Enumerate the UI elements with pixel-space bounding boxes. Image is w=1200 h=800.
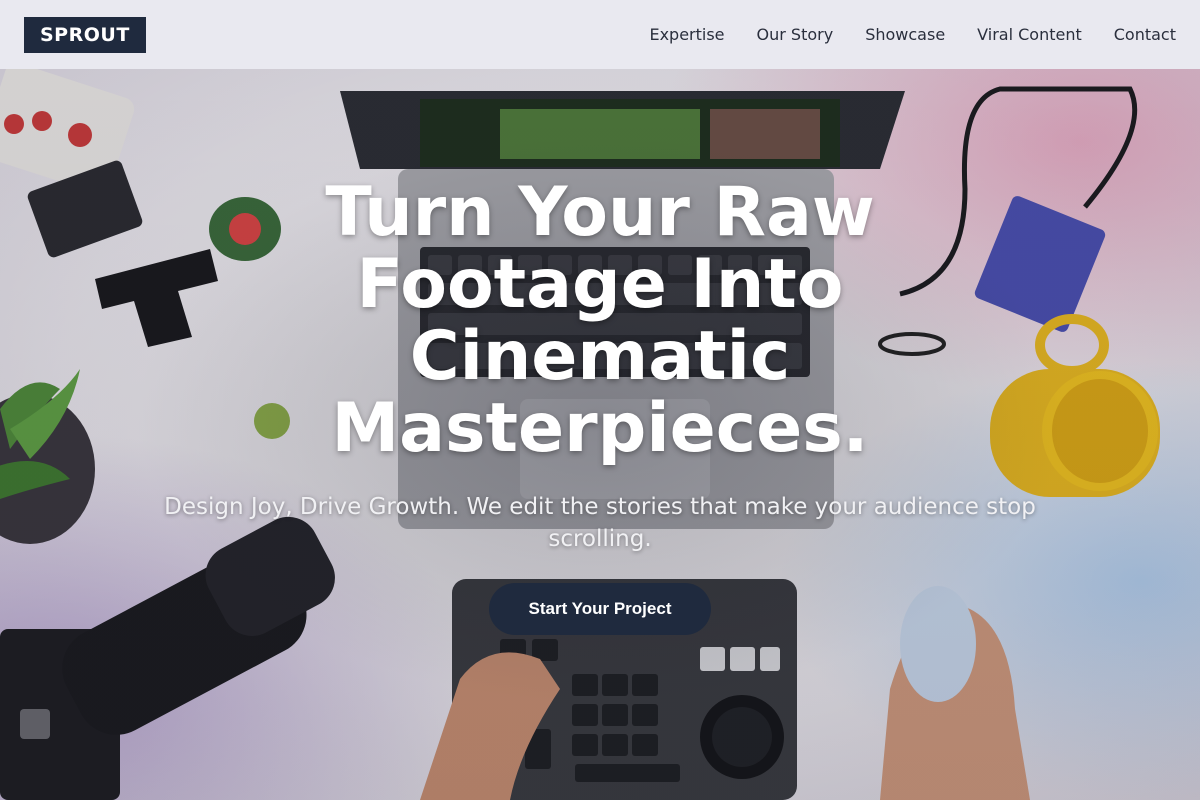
main-nav: Expertise Our Story Showcase Viral Conte… <box>649 25 1176 44</box>
nav-link-our-story[interactable]: Our Story <box>757 25 834 44</box>
hero-headline: Turn Your Raw Footage Into Cinematic Mas… <box>325 173 875 468</box>
hero-subheadline: Design Joy, Drive Growth. We edit the st… <box>164 494 1036 552</box>
nav-link-showcase[interactable]: Showcase <box>865 25 945 44</box>
hero-content: Turn Your Raw Footage Into Cinematic Mas… <box>0 177 1200 635</box>
nav-link-contact[interactable]: Contact <box>1114 25 1176 44</box>
site-header: SPROUT Expertise Our Story Showcase Vira… <box>0 0 1200 69</box>
nav-link-expertise[interactable]: Expertise <box>649 25 724 44</box>
start-project-button[interactable]: Start Your Project <box>488 583 712 635</box>
hero-section: Turn Your Raw Footage Into Cinematic Mas… <box>0 69 1200 800</box>
logo[interactable]: SPROUT <box>24 16 146 53</box>
nav-link-viral-content[interactable]: Viral Content <box>977 25 1082 44</box>
